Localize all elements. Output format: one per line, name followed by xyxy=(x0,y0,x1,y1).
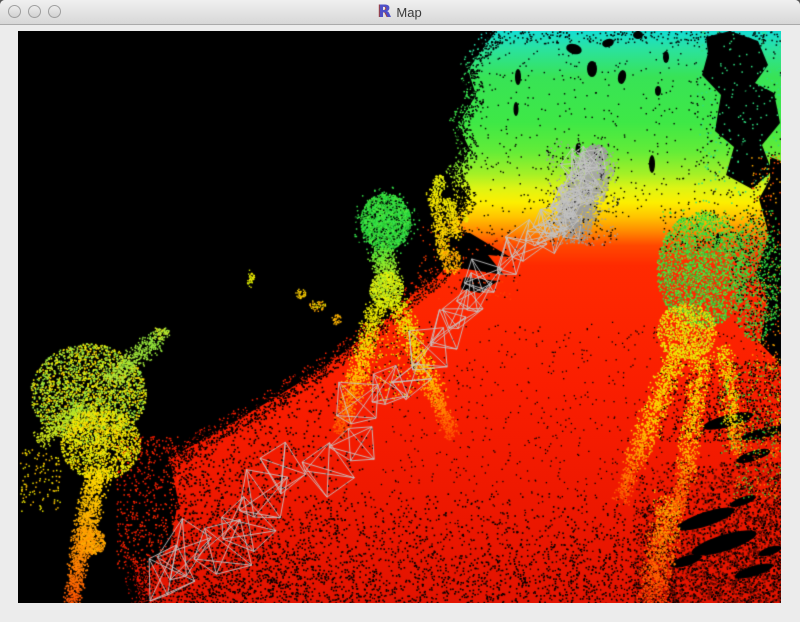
window-controls xyxy=(8,5,61,18)
window-content xyxy=(0,25,800,603)
map-3d-viewport[interactable] xyxy=(18,31,781,603)
window-title-text: Map xyxy=(396,5,421,20)
window-title: R Map xyxy=(378,4,421,21)
zoom-button[interactable] xyxy=(48,5,61,18)
minimize-button[interactable] xyxy=(28,5,41,18)
close-button[interactable] xyxy=(8,5,21,18)
app-icon-r: R xyxy=(378,4,391,21)
rtabmap-window: R Map xyxy=(0,0,800,622)
titlebar: R Map xyxy=(0,0,800,25)
